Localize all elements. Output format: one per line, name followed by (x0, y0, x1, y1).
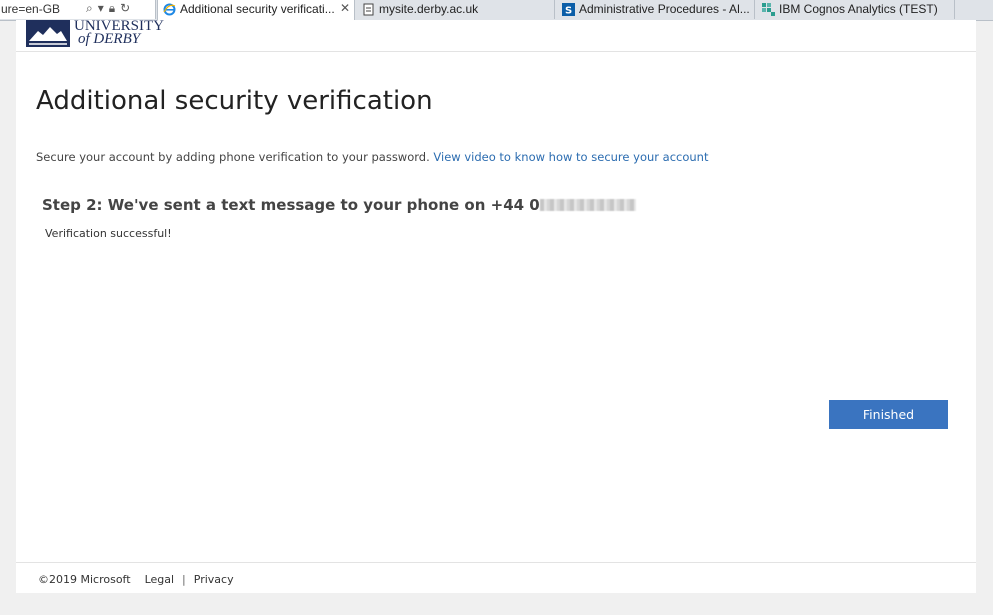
close-icon[interactable]: ✕ (340, 1, 350, 15)
tab-additional-security[interactable]: Additional security verificati... ✕ (157, 0, 355, 21)
redacted-phone-number (539, 199, 636, 211)
page-icon (362, 3, 375, 16)
ie-icon (163, 3, 176, 16)
dropdown-arrow-icon[interactable]: ▾ (98, 1, 104, 16)
description: Secure your account by adding phone veri… (36, 150, 708, 164)
tab-mysite[interactable]: mysite.derby.ac.uk (357, 0, 555, 19)
tab-label: mysite.derby.ac.uk (379, 2, 479, 16)
address-bar-icons: ⌕ ▾ 🔒︎ ↻ (86, 1, 130, 16)
tab-label: IBM Cognos Analytics (TEST) (779, 2, 938, 16)
legal-link[interactable]: Legal (145, 573, 174, 586)
derby-logo-icon (26, 20, 70, 47)
description-text: Secure your account by adding phone veri… (36, 150, 430, 164)
address-bar-text: ure=en-GB (1, 2, 61, 16)
sharepoint-icon: S (562, 3, 575, 16)
step-heading-text: Step 2: We've sent a text message to you… (42, 196, 540, 214)
cognos-icon (762, 3, 775, 16)
tab-label: Additional security verificati... (180, 2, 335, 16)
page-title: Additional security verification (36, 86, 433, 116)
view-video-link[interactable]: View video to know how to secure your ac… (433, 150, 708, 164)
step-heading: Step 2: We've sent a text message to you… (42, 196, 636, 214)
refresh-icon[interactable]: ↻ (120, 1, 130, 16)
university-logo: UNIVERSITY of DERBY (26, 19, 164, 47)
footer-separator: | (182, 573, 186, 586)
svg-text:S: S (565, 6, 572, 17)
finished-button[interactable]: Finished (829, 400, 948, 429)
address-bar[interactable]: ure=en-GB ⌕ ▾ 🔒︎ ↻ (0, 0, 156, 19)
privacy-link[interactable]: Privacy (194, 573, 234, 586)
copyright: ©2019 Microsoft (38, 573, 131, 586)
verification-status: Verification successful! (45, 227, 172, 240)
page-header: UNIVERSITY of DERBY (16, 19, 976, 52)
lock-icon: 🔒︎ (108, 1, 116, 15)
page: UNIVERSITY of DERBY Additional security … (16, 19, 976, 594)
tab-ibm-cognos[interactable]: IBM Cognos Analytics (TEST) (757, 0, 955, 19)
logo-line-2: of DERBY (78, 31, 141, 47)
tab-label: Administrative Procedures - Al... (579, 2, 750, 16)
page-footer: ©2019 Microsoft Legal | Privacy (16, 562, 976, 594)
tab-administrative-procedures[interactable]: S Administrative Procedures - Al... (557, 0, 755, 19)
search-icon[interactable]: ⌕ (86, 1, 93, 16)
